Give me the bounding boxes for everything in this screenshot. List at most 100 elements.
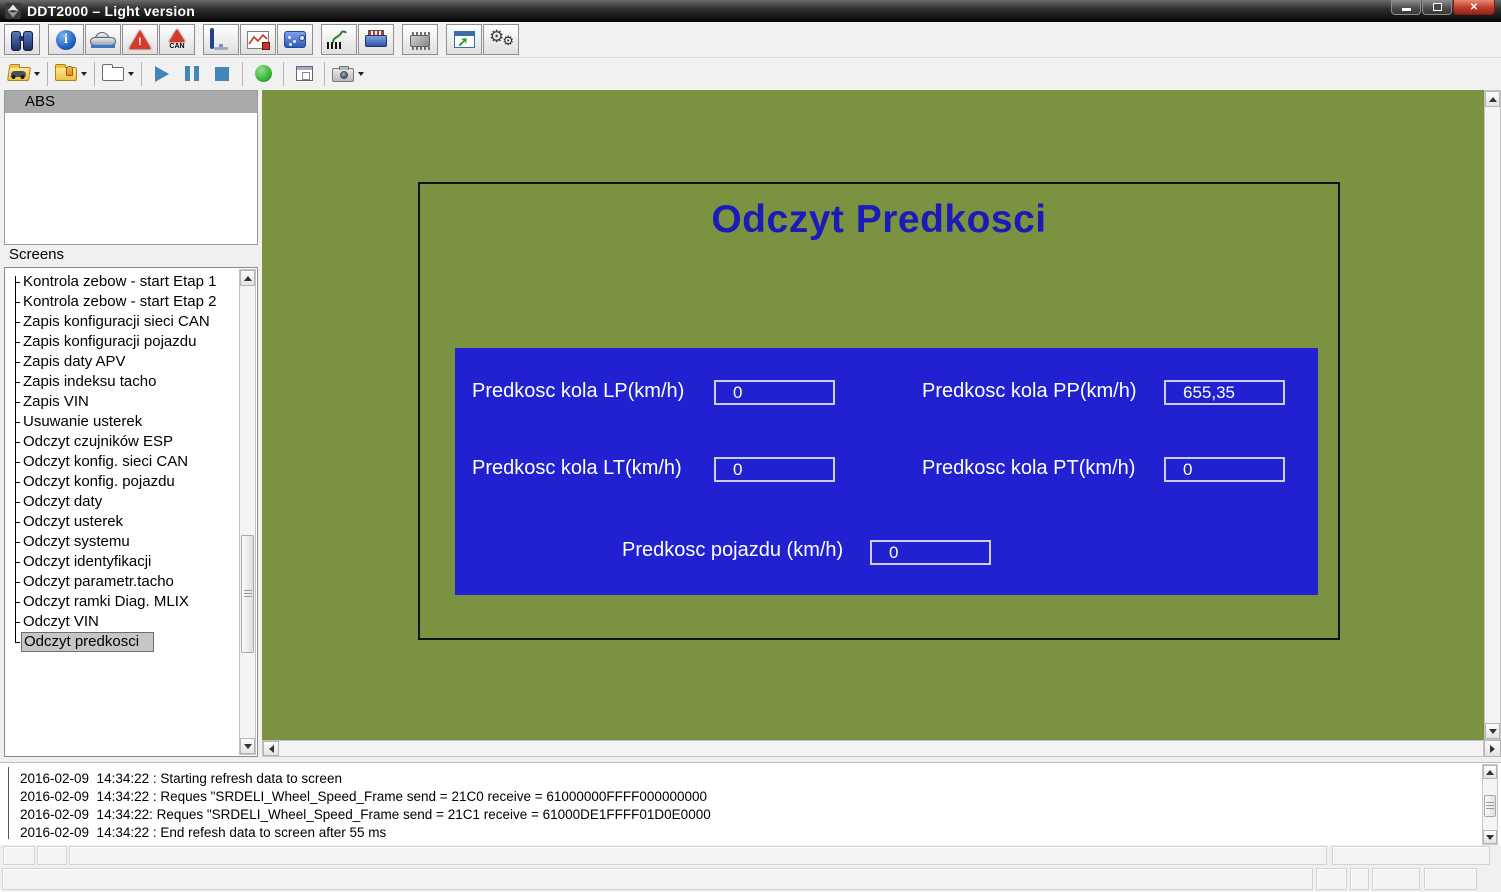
workspace-hscrollbar[interactable] [262,740,1484,757]
field-value-lt: 0 [714,457,835,482]
control-panel-button[interactable] [277,24,313,55]
list-item-label: Usuwanie usterek [23,413,143,430]
pause-button[interactable] [177,61,207,87]
restore-button[interactable] [1422,0,1452,15]
chevron-down-icon[interactable] [358,72,364,79]
list-item[interactable]: Odczyt systemu [15,532,237,552]
scroll-down-button[interactable] [1485,723,1500,739]
scroll-down-button[interactable] [1483,830,1497,844]
scroll-up-button[interactable] [240,270,255,286]
open-vehicle-folder-icon [7,66,31,81]
list-item[interactable]: Odczyt daty [15,492,237,512]
vehicle-button[interactable] [85,24,121,55]
chip-button[interactable] [402,24,438,55]
restore-icon [1432,3,1442,11]
scroll-right-button[interactable] [1484,740,1501,757]
list-item[interactable]: Zapis konfiguracji sieci CAN [15,312,237,332]
ecu-list: ABS [4,90,258,245]
connector-button[interactable] [358,24,394,55]
alert-icon: ! [129,30,151,49]
list-item-label: Odczyt konfig. sieci CAN [23,453,189,470]
snapshot-camera-button[interactable] [330,61,366,87]
list-item[interactable]: Kontrola zebow - start Etap 1 [15,272,237,292]
list-item-label: Zapis VIN [23,393,89,410]
scrollbar-thumb[interactable] [241,535,254,653]
list-item[interactable]: Zapis indeksu tacho [15,372,237,392]
status-cell [1332,846,1490,865]
list-item[interactable]: Odczyt konfig. sieci CAN [15,452,237,472]
list-item[interactable]: Odczyt ramki Diag. MLIX [15,592,237,612]
log-panel[interactable]: 2016-02-09 14:34:22 : Starting refresh d… [0,762,1501,845]
sensor-cable-button[interactable] [321,24,357,55]
chip-icon [410,32,430,50]
play-button[interactable] [147,61,177,87]
vehicle-icon [90,31,116,48]
log-caret [8,767,9,839]
chevron-down-icon[interactable] [128,72,134,79]
arrow-down-icon [243,743,252,753]
stop-button[interactable] [207,61,237,87]
info-icon: i [56,29,76,50]
list-item[interactable]: Kontrola zebow - start Etap 2 [15,292,237,312]
field-label-pp: Predkosc kola PP(km/h) [922,380,1137,402]
list-item[interactable]: Odczyt konfig. pojazdu [15,472,237,492]
monitor-button[interactable] [203,24,239,55]
app-logo-icon [5,3,21,19]
list-item-label: Kontrola zebow - start Etap 1 [23,273,217,290]
alert-can-button[interactable]: CAN [159,24,195,55]
list-item-label: Odczyt predkosci [21,632,155,652]
open-key-folder-icon [55,63,77,81]
list-item[interactable]: Odczyt identyfikacji [15,552,237,572]
chevron-down-icon[interactable] [81,72,87,79]
ecu-item-abs[interactable]: ABS [5,91,257,113]
list-item[interactable]: Odczyt usterek [15,512,237,532]
list-item[interactable]: Zapis VIN [15,392,237,412]
scroll-down-button[interactable] [240,738,255,754]
record-icon [254,65,272,82]
scrollbar-thumb[interactable] [1484,795,1496,817]
status-cell [37,846,67,865]
settings-gears-button[interactable]: ⚙ ⚙ [483,24,519,55]
stop-icon [215,66,229,81]
alert-can-icon [169,29,185,42]
scroll-up-button[interactable] [1485,91,1500,107]
close-button[interactable]: ✕ [1453,0,1495,15]
list-item[interactable]: Odczyt predkosci [15,632,237,652]
list-item-label: Odczyt usterek [23,513,124,530]
play-icon [155,65,169,82]
list-item[interactable]: Odczyt parametr.tacho [15,572,237,592]
control-panel-icon [284,31,306,48]
title-bar[interactable]: DDT2000 – Light version ✕ [0,0,1501,22]
scroll-left-button[interactable] [263,741,279,756]
list-item-label: Odczyt VIN [23,613,99,630]
status-cell [2,868,1313,890]
file-media-toolbar [0,58,1501,89]
log-scrollbar[interactable] [1482,764,1498,845]
info-button[interactable]: i [48,24,84,55]
export-window-button[interactable]: ➚ [446,24,482,55]
screens-scrollbar[interactable] [239,269,256,755]
list-item-label: Zapis daty APV [23,353,126,370]
open-folder-button[interactable] [100,61,136,87]
screens-list-items: Kontrola zebow - start Etap 1 Kontrola z… [15,272,237,652]
open-vehicle-folder-button[interactable] [6,61,42,87]
values-panel: Predkosc kola LP(km/h) 0 Predkosc kola P… [455,348,1318,595]
alert-button[interactable]: ! [122,24,158,55]
list-item[interactable]: Usuwanie usterek [15,412,237,432]
list-item[interactable]: Odczyt VIN [15,612,237,632]
form-window-button[interactable] [289,61,319,87]
list-item[interactable]: Zapis daty APV [15,352,237,372]
chevron-down-icon[interactable] [34,72,40,79]
minimize-button[interactable] [1391,0,1421,15]
search-button[interactable] [4,24,40,55]
settings-gears-icon: ⚙ ⚙ [489,26,514,48]
record-button[interactable] [248,61,278,87]
workspace-vscrollbar[interactable] [1484,90,1501,740]
app-window: DDT2000 – Light version ✕ i ! CAN ➚ ⚙ ⚙ … [0,0,1501,892]
graph-save-button[interactable] [240,24,276,55]
list-item[interactable]: Zapis konfiguracji pojazdu [15,332,237,352]
scroll-up-button[interactable] [1483,765,1497,779]
list-item[interactable]: Odczyt czujników ESP [15,432,237,452]
open-key-folder-button[interactable] [53,61,89,87]
list-item-label: Odczyt ramki Diag. MLIX [23,593,189,610]
